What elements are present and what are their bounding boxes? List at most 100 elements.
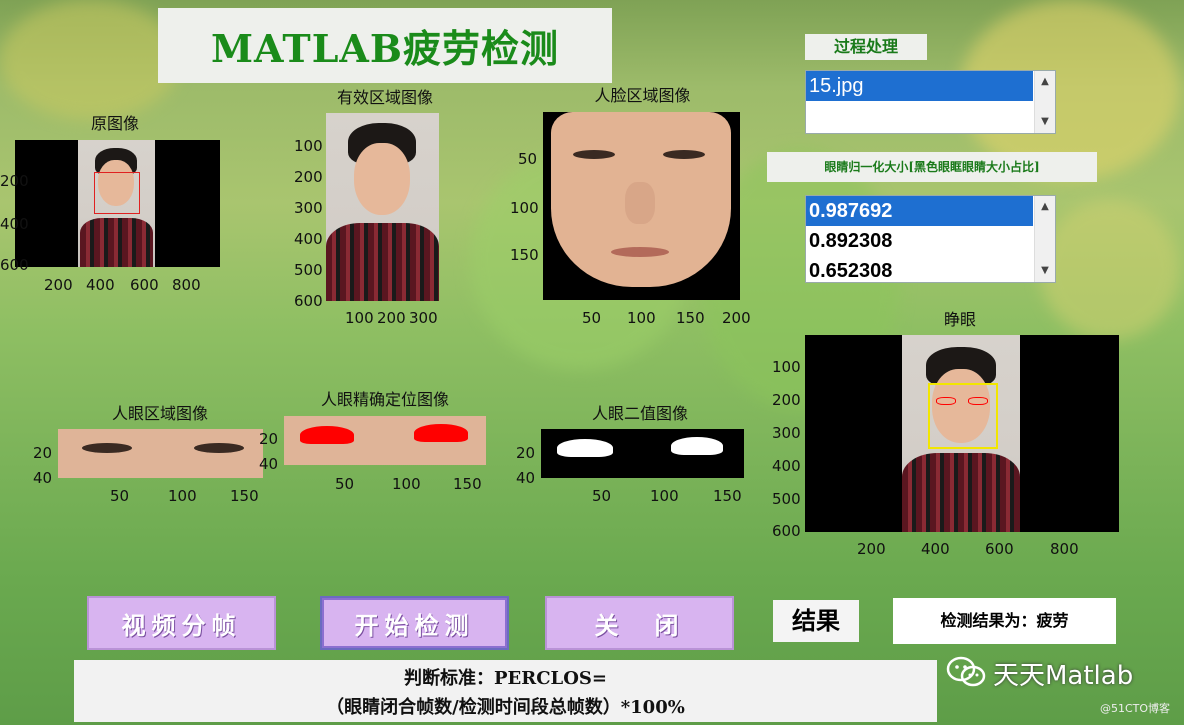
xtick: 800 — [172, 276, 201, 294]
xtick: 150 — [453, 475, 482, 493]
ytick: 500 — [294, 261, 323, 279]
face-box — [94, 172, 140, 214]
file-listbox[interactable]: 15.jpg ▲ ▼ — [805, 70, 1056, 134]
watermark-brand: 天天Matlab — [993, 661, 1134, 691]
xtick: 50 — [335, 475, 355, 493]
wechat-icon — [946, 655, 986, 689]
valid-region-axes — [326, 113, 439, 301]
xtick: 100 — [650, 487, 679, 505]
eye-size-item[interactable]: 0.987692 — [806, 196, 1033, 226]
xtick: 50 — [582, 309, 602, 327]
result-label: 结果 — [773, 600, 859, 642]
xtick: 300 — [409, 309, 438, 327]
eye-binary-axes — [541, 429, 744, 478]
left-eye-binary — [557, 439, 613, 457]
ytick: 300 — [294, 199, 323, 217]
up-arrow-icon[interactable]: ▲ — [1035, 198, 1055, 216]
ytick: 100 — [294, 137, 323, 155]
title-panel: MATLAB疲劳检测 — [158, 8, 612, 83]
axis-title-status: 睁眼 — [943, 310, 976, 329]
ytick: 200 — [294, 168, 323, 186]
eye-region-axes — [58, 429, 263, 478]
start-detect-button[interactable]: 开始检测 — [320, 596, 509, 650]
ytick: 50 — [518, 150, 538, 168]
right-eye-mark — [968, 397, 988, 405]
original-image-axes — [15, 140, 220, 267]
xtick: 400 — [86, 276, 115, 294]
left-eye-red — [300, 426, 354, 444]
ytick: 600 — [294, 292, 323, 310]
ytick: 400 — [294, 230, 323, 248]
criterion-line2: （眼睛闭合帧数/检测时间段总帧数）*100% — [326, 697, 685, 718]
eye-size-item[interactable]: 0.892308 — [806, 226, 1055, 256]
watermark-site: @51CTO博客 — [1100, 702, 1171, 715]
axis-title-face: 人脸区域图像 — [594, 86, 691, 105]
up-arrow-icon[interactable]: ▲ — [1035, 73, 1055, 91]
xtick: 200 — [722, 309, 751, 327]
axis-title-eye-binary: 人眼二值图像 — [591, 404, 688, 423]
result-value: 检测结果为：疲劳 — [893, 598, 1116, 644]
ytick: 100 — [772, 358, 801, 376]
process-label: 过程处理 — [805, 34, 927, 60]
original-photo — [78, 140, 155, 267]
eye-size-listbox[interactable]: 0.987692 0.892308 0.652308 ▲ ▼ — [805, 195, 1056, 283]
xtick: 150 — [230, 487, 259, 505]
axis-title-valid: 有效区域图像 — [336, 88, 433, 107]
ytick: 500 — [772, 490, 801, 508]
status-photo — [902, 335, 1020, 532]
ytick: 20 — [33, 444, 53, 462]
criterion-panel: 判断标准：PERCLOS= （眼睛闭合帧数/检测时间段总帧数）*100% — [74, 660, 937, 722]
ytick: 20 — [259, 430, 279, 448]
eye-locate-axes — [284, 416, 486, 465]
ytick: 20 — [516, 444, 536, 462]
ytick: 40 — [33, 469, 53, 487]
xtick: 100 — [345, 309, 374, 327]
eye-size-label: 眼睛归一化大小[黑色眼眶眼睛大小占比] — [767, 152, 1097, 182]
file-listbox-scrollbar[interactable]: ▲ ▼ — [1034, 71, 1055, 133]
valid-photo — [326, 113, 439, 301]
down-arrow-icon[interactable]: ▼ — [1035, 262, 1055, 280]
eye-size-scrollbar[interactable]: ▲ ▼ — [1034, 196, 1055, 282]
xtick: 50 — [592, 487, 612, 505]
xtick: 600 — [130, 276, 159, 294]
xtick: 200 — [44, 276, 73, 294]
xtick: 50 — [110, 487, 130, 505]
face-closeup — [551, 112, 731, 287]
ytick: 40 — [516, 469, 536, 487]
xtick: 100 — [392, 475, 421, 493]
xtick: 100 — [627, 309, 656, 327]
right-eye-red — [414, 424, 468, 442]
axis-title-original: 原图像 — [90, 114, 139, 133]
axis-title-eye-region: 人眼区域图像 — [111, 404, 208, 423]
ytick: 40 — [259, 455, 279, 473]
criterion-line1: 判断标准：PERCLOS= — [404, 668, 607, 689]
video-split-button[interactable]: 视频分帧 — [87, 596, 276, 650]
ytick: 200 — [0, 172, 29, 190]
xtick: 800 — [1050, 540, 1079, 558]
axis-title-eye-locate: 人眼精确定位图像 — [320, 390, 449, 409]
down-arrow-icon[interactable]: ▼ — [1035, 113, 1055, 131]
ytick: 600 — [772, 522, 801, 540]
ytick: 600 — [0, 256, 29, 274]
ytick: 400 — [0, 215, 29, 233]
xtick: 150 — [713, 487, 742, 505]
xtick: 600 — [985, 540, 1014, 558]
xtick: 100 — [168, 487, 197, 505]
file-list-item[interactable]: 15.jpg — [806, 71, 1033, 101]
left-eye-mark — [936, 397, 956, 405]
ytick: 200 — [772, 391, 801, 409]
ytick: 100 — [510, 199, 539, 217]
xtick: 200 — [377, 309, 406, 327]
eye-status-axes — [805, 335, 1119, 532]
xtick: 400 — [921, 540, 950, 558]
app-title: MATLAB疲劳检测 — [210, 26, 560, 71]
ytick: 300 — [772, 424, 801, 442]
face-region-axes — [543, 112, 740, 300]
face-box-yellow — [928, 383, 998, 449]
ytick: 150 — [510, 246, 539, 264]
xtick: 150 — [676, 309, 705, 327]
eye-size-item[interactable]: 0.652308 — [806, 256, 1055, 282]
right-eye-binary — [671, 437, 723, 455]
ytick: 400 — [772, 457, 801, 475]
close-button[interactable]: 关 闭 — [545, 596, 734, 650]
